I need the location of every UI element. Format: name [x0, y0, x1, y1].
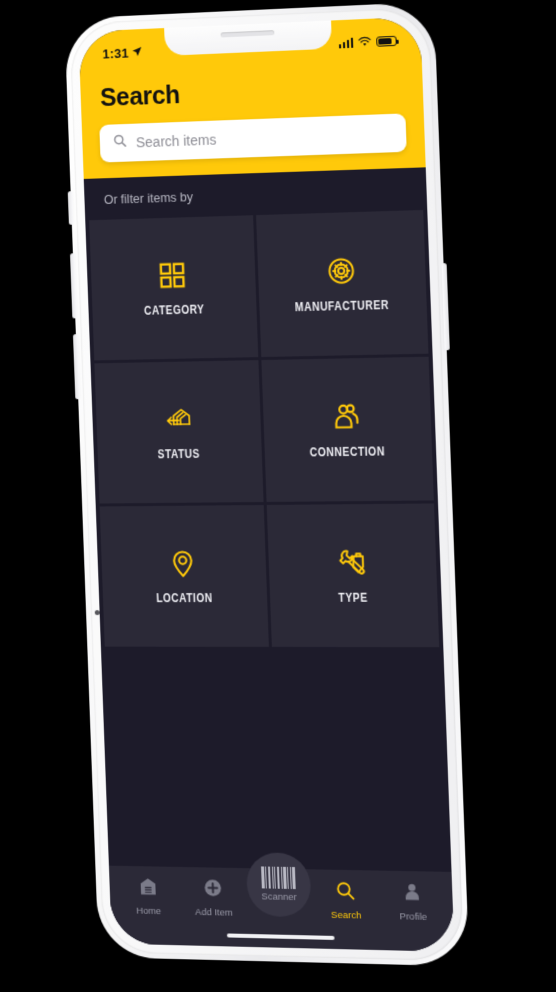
- filter-tile-label: CATEGORY: [143, 301, 205, 318]
- page-title: Search: [99, 81, 181, 113]
- nav-item-label: Scanner: [261, 891, 297, 904]
- search-input-placeholder: Search items: [135, 131, 217, 151]
- filter-tile-label: MANUFACTURER: [295, 297, 390, 314]
- nav-item-label: Home: [136, 905, 162, 918]
- gear-circle-icon: [325, 255, 356, 286]
- two-people-icon: [331, 401, 362, 432]
- screenshot-stage: 1:31 Search Search items Or filter items…: [0, 0, 556, 992]
- filter-tile-status[interactable]: STATUS: [94, 360, 264, 504]
- map-pin-icon: [169, 548, 198, 578]
- cellular-signal-icon: [338, 37, 354, 49]
- battery-icon: [376, 35, 397, 47]
- phone-screen: 1:31 Search Search items Or filter items…: [78, 16, 455, 952]
- wifi-icon: [358, 34, 372, 50]
- phone-mockup: 1:31 Search Search items Or filter items…: [64, 1, 470, 967]
- nav-item-search[interactable]: Search: [312, 879, 380, 922]
- warehouse-arrow-icon: [161, 404, 194, 434]
- nav-item-profile[interactable]: Profile: [378, 881, 447, 924]
- search-body: Or filter items by CATEGORY MANUFACTURER…: [83, 167, 455, 952]
- status-bar-left: 1:31: [102, 44, 142, 61]
- plus-circle-icon: [202, 877, 224, 903]
- filter-tile-label: STATUS: [157, 446, 201, 461]
- search-icon: [334, 880, 356, 907]
- filter-tile-location[interactable]: LOCATION: [99, 505, 269, 647]
- nav-item-add-item[interactable]: Add Item: [180, 877, 247, 919]
- filter-tile-manufacturer[interactable]: MANUFACTURER: [255, 209, 429, 358]
- grid-squares-icon: [157, 260, 188, 291]
- filter-tile-label: CONNECTION: [309, 443, 386, 459]
- search-icon: [112, 133, 127, 153]
- location-arrow-icon: [131, 44, 142, 59]
- status-bar-right: [338, 33, 397, 51]
- filter-tile-type[interactable]: TYPE: [266, 503, 440, 648]
- nav-item-label: Add Item: [194, 906, 233, 919]
- nav-item-label: Search: [330, 909, 362, 922]
- filter-tile-label: TYPE: [338, 590, 368, 605]
- content-spacer: [100, 646, 452, 872]
- filter-tile-category[interactable]: CATEGORY: [89, 215, 258, 361]
- status-bar-time: 1:31: [102, 45, 129, 62]
- search-input-container[interactable]: Search items: [99, 113, 407, 163]
- earpiece-speaker: [220, 30, 275, 38]
- filter-tile-label: LOCATION: [155, 590, 213, 605]
- wrench-toolbox-icon: [336, 547, 367, 577]
- nav-item-home[interactable]: Home: [115, 876, 181, 918]
- person-icon: [401, 881, 423, 908]
- nav-item-scanner[interactable]: Scanner: [245, 852, 312, 918]
- barcode-icon: [261, 866, 296, 890]
- bottom-navigation: Home Add Item Scanner Search Profile: [108, 852, 454, 930]
- filter-tile-connection[interactable]: CONNECTION: [260, 356, 434, 502]
- nav-item-label: Profile: [399, 911, 428, 923]
- filter-tile-grid: CATEGORY MANUFACTURER STATUS CONNECTION …: [85, 209, 443, 648]
- warehouse-home-icon: [137, 876, 158, 902]
